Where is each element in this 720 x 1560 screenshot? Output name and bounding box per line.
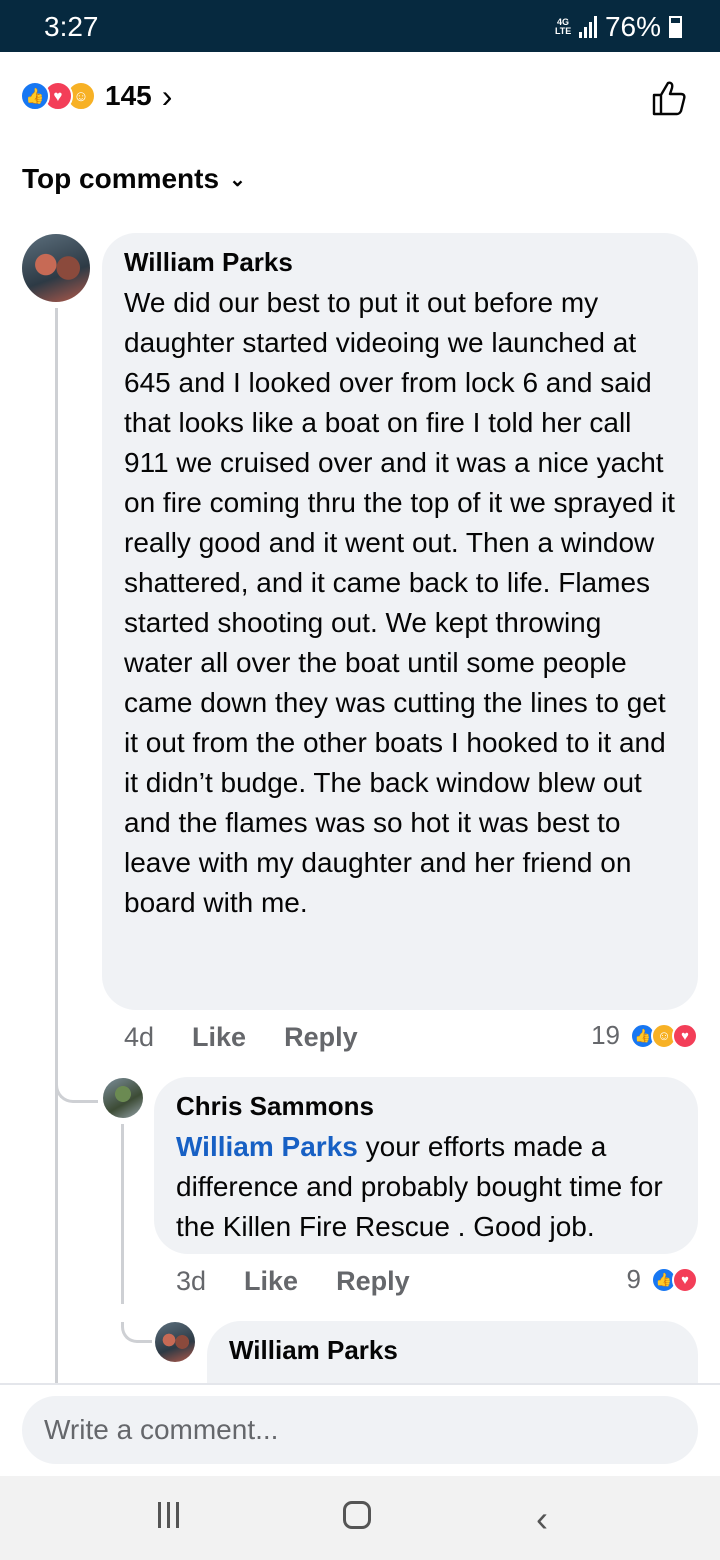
- comment-text: We did our best to put it out before my …: [124, 287, 675, 918]
- thread-line: [55, 308, 58, 1383]
- thread-connector: [121, 1322, 152, 1343]
- comment-actions: 3d Like Reply: [176, 1266, 448, 1297]
- divider: [0, 1383, 720, 1385]
- comment-reaction-count: 19: [591, 1020, 620, 1050]
- back-button[interactable]: ‹: [536, 1498, 548, 1540]
- like-link[interactable]: Like: [192, 1022, 246, 1053]
- like-link[interactable]: Like: [244, 1266, 298, 1297]
- like-button[interactable]: [650, 78, 690, 118]
- thread-connector: [55, 1080, 98, 1103]
- chevron-right-icon: ›: [161, 77, 173, 114]
- thumbs-up-icon: [652, 81, 686, 116]
- recent-apps-button[interactable]: [158, 1502, 179, 1528]
- avatar[interactable]: [103, 1078, 143, 1118]
- battery-percent: 76%: [604, 11, 661, 42]
- status-bar: 3:27 4G LTE 76%: [0, 0, 720, 52]
- status-time: 3:27: [44, 11, 99, 42]
- avatar[interactable]: [155, 1322, 195, 1362]
- comment-bubble: William Parks: [207, 1321, 698, 1383]
- comment-time: 3d: [176, 1266, 207, 1296]
- reply-link[interactable]: Reply: [336, 1266, 410, 1297]
- comment-text: William Parks your efforts made a differ…: [176, 1127, 676, 1247]
- thread-line: [121, 1124, 124, 1304]
- like-icon: 👍: [20, 81, 50, 111]
- comment-reactions[interactable]: 19 👍 ☺ ♥: [591, 1020, 698, 1051]
- comment-reaction-count: 9: [626, 1264, 641, 1294]
- network-type-icon: 4G LTE: [554, 17, 572, 36]
- love-icon: ♥: [672, 1266, 698, 1293]
- comment-reactions[interactable]: 9 👍 ♥: [627, 1264, 698, 1295]
- signal-icon: [578, 16, 597, 38]
- comment-bubble: William Parks We did our best to put it …: [102, 233, 698, 1010]
- top-comments-label: Top comments: [22, 163, 220, 194]
- battery-icon: [669, 16, 682, 38]
- comment-input[interactable]: Write a comment...: [22, 1396, 698, 1464]
- comment-actions: 4d Like Reply: [124, 1022, 396, 1053]
- status-icons: 4G LTE 76%: [555, 11, 682, 43]
- chevron-down-icon: ⌄: [229, 168, 246, 191]
- home-button[interactable]: [343, 1501, 371, 1529]
- comment-author[interactable]: William Parks: [124, 247, 676, 277]
- reaction-summary[interactable]: 👍 ♥ ☺ 145 ›: [20, 76, 172, 116]
- love-icon: ♥: [672, 1022, 698, 1049]
- reaction-count: 145: [105, 80, 152, 111]
- comment-author[interactable]: Chris Sammons: [176, 1091, 676, 1121]
- top-comments-dropdown[interactable]: Top comments ⌄: [22, 163, 246, 195]
- reply-link[interactable]: Reply: [284, 1022, 358, 1053]
- system-nav-bar: ‹: [0, 1476, 720, 1560]
- avatar[interactable]: [22, 234, 90, 302]
- comment-author[interactable]: William Parks: [229, 1335, 676, 1365]
- comment-bubble: Chris Sammons William Parks your efforts…: [154, 1077, 698, 1254]
- mention-link[interactable]: William Parks: [176, 1131, 358, 1162]
- comment-time: 4d: [124, 1022, 155, 1052]
